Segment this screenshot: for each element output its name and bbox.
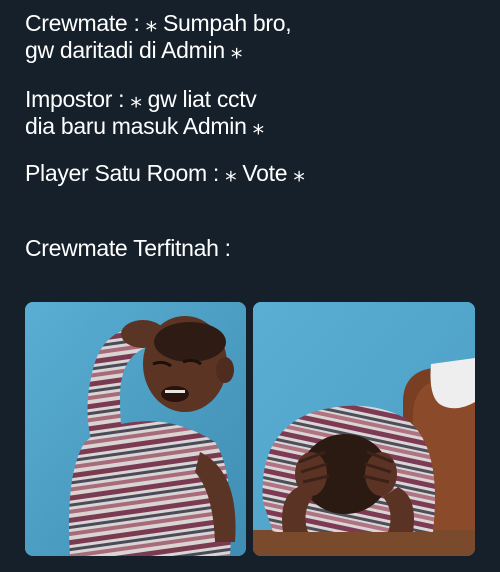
caption-impostor: Impostor : ⁎ gw liat cctv dia baru masuk… bbox=[25, 86, 264, 140]
caption-player-satu-room: Player Satu Room : ⁎ Vote ⁎ bbox=[25, 160, 305, 187]
crying-kid-illustration bbox=[25, 302, 246, 556]
caption-crewmate: Crewmate : ⁎ Sumpah bro, gw daritadi di … bbox=[25, 10, 292, 64]
crying-kid-image bbox=[25, 302, 246, 556]
caption-line: gw daritadi di Admin ⁎ bbox=[25, 37, 243, 63]
kid-holding-head-image bbox=[253, 302, 475, 556]
caption-line: Crewmate Terfitnah : bbox=[25, 235, 231, 261]
caption-line: Impostor : ⁎ gw liat cctv bbox=[25, 86, 257, 112]
caption-line: Crewmate : ⁎ Sumpah bro, bbox=[25, 10, 292, 36]
caption-crewmate-terfitnah: Crewmate Terfitnah : bbox=[25, 235, 231, 262]
kid-holding-head-illustration bbox=[253, 302, 475, 556]
caption-line: dia baru masuk Admin ⁎ bbox=[25, 113, 264, 139]
caption-line: Player Satu Room : ⁎ Vote ⁎ bbox=[25, 160, 305, 186]
